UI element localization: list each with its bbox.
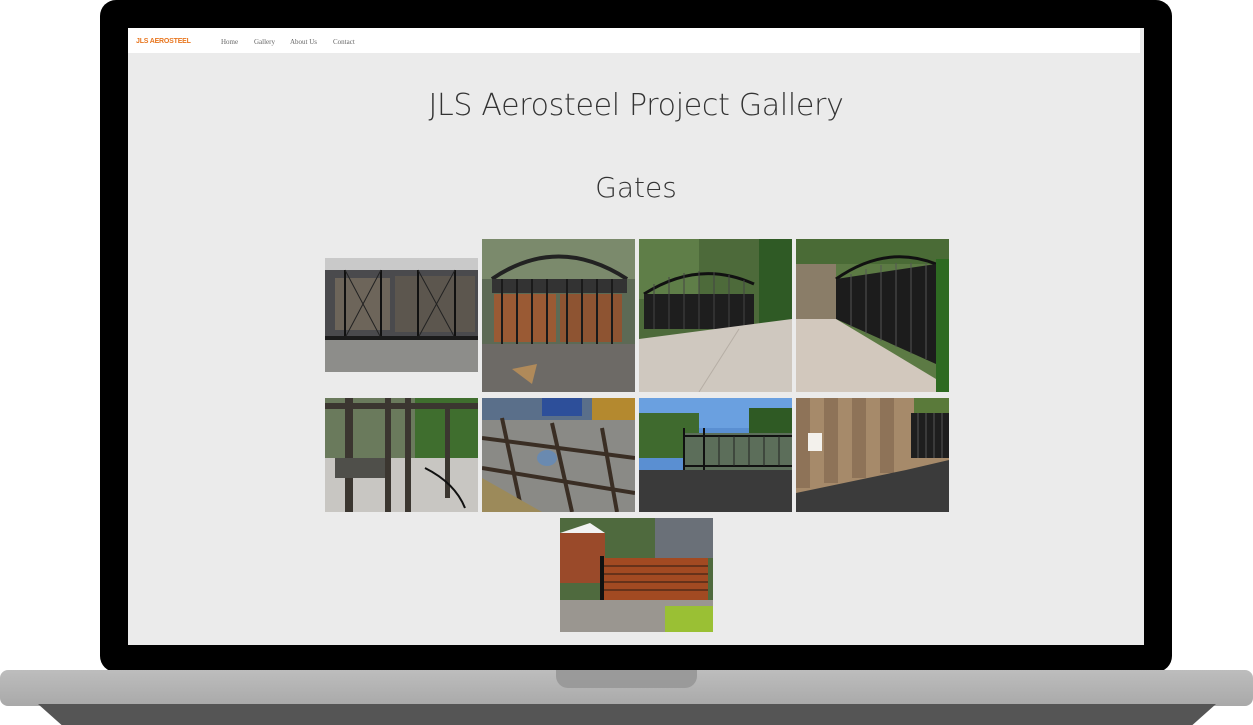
nav-link-about-us[interactable]: About Us [290,38,317,46]
laptop-foot [38,704,1216,725]
section-title-gates: Gates [595,171,677,204]
brand-logo[interactable]: JLS AEROSTEEL [136,38,191,45]
gallery-photo[interactable] [639,239,792,392]
gallery-photo[interactable] [560,518,713,632]
navbar: JLS AEROSTEEL Home Gallery About Us Cont… [128,28,1140,53]
laptop-notch [556,670,697,688]
gallery-photo[interactable] [325,258,478,372]
gallery-photo[interactable] [796,239,949,392]
gallery-photo[interactable] [482,398,635,512]
browser-screen: JLS AEROSTEEL Home Gallery About Us Cont… [128,28,1144,645]
nav-link-home[interactable]: Home [221,38,238,46]
gallery-photo[interactable] [639,398,792,512]
gallery-photo[interactable] [482,239,635,392]
nav-link-contact[interactable]: Contact [333,38,355,46]
gallery-photo[interactable] [796,398,949,512]
nav-link-gallery[interactable]: Gallery [254,38,275,46]
page-title: JLS Aerosteel Project Gallery [428,88,844,123]
gallery-photo[interactable] [325,398,478,512]
